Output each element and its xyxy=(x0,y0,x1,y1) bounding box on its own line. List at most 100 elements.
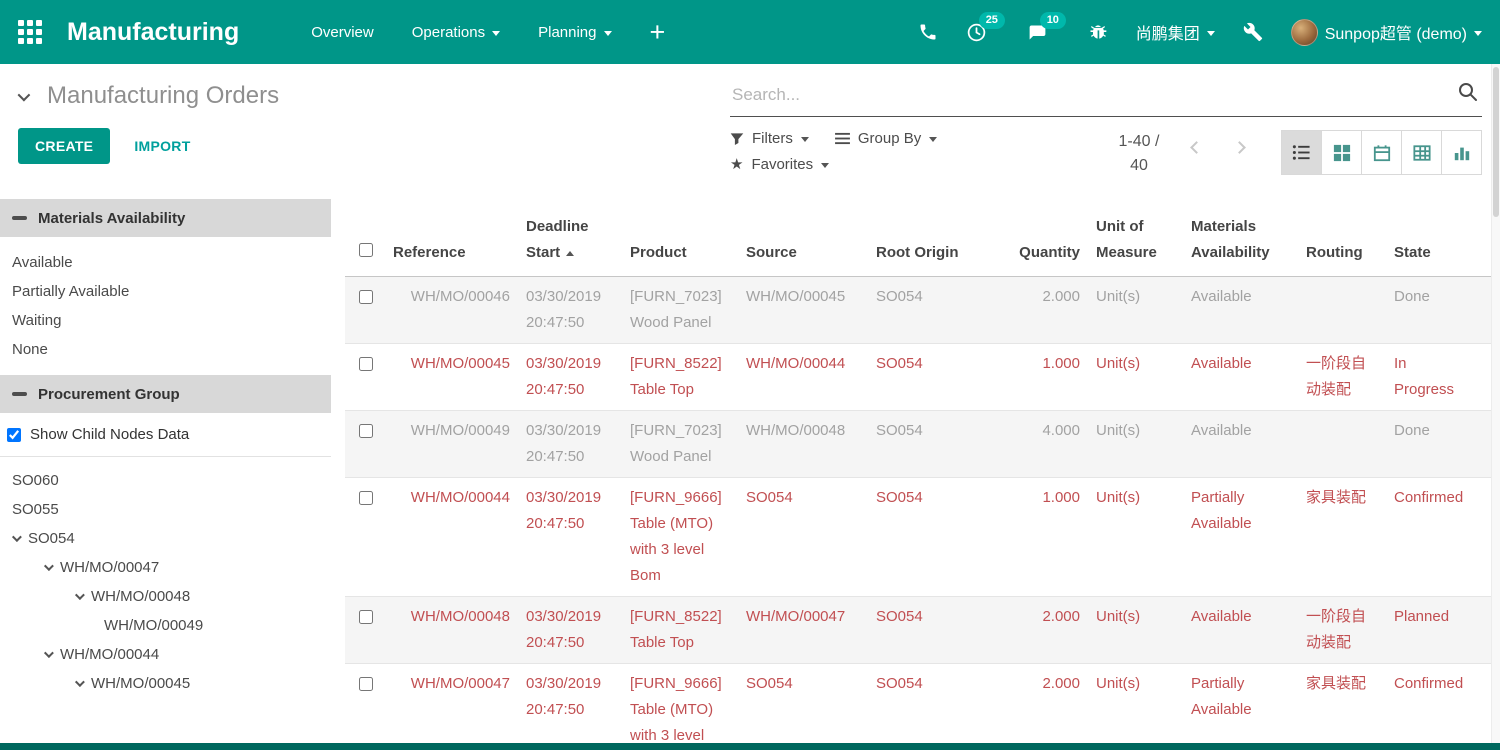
graph-view-button[interactable] xyxy=(1441,130,1482,175)
collapse-chevron-icon[interactable] xyxy=(18,88,31,101)
tree-item-wh-mo-00049[interactable]: WH/MO/00049 xyxy=(0,611,331,640)
favorites-dropdown[interactable]: ★ Favorites xyxy=(730,156,829,173)
cell-root-origin: SO054 xyxy=(868,344,998,410)
cell-state: In Progress xyxy=(1386,344,1474,410)
page-title: Manufacturing Orders xyxy=(47,82,279,110)
row-checkbox[interactable] xyxy=(359,290,373,304)
tree-item-so055[interactable]: SO055 xyxy=(0,495,331,524)
column-header-materials-availability[interactable]: Materials Availability xyxy=(1183,207,1298,276)
search-magnifier-icon[interactable] xyxy=(1456,80,1480,109)
column-header-source[interactable]: Source xyxy=(738,233,868,276)
chevron-down-icon[interactable] xyxy=(44,561,54,571)
cell-uom: Unit(s) xyxy=(1088,411,1183,477)
phone-icon[interactable] xyxy=(918,22,938,42)
column-header-state[interactable]: State xyxy=(1386,233,1474,276)
tools-wrench-icon[interactable] xyxy=(1243,22,1263,42)
company-switcher[interactable]: 尚鹏集团 xyxy=(1136,20,1215,44)
chevron-down-icon[interactable] xyxy=(75,590,85,600)
column-header-deadline-start[interactable]: Deadline Start xyxy=(518,207,622,276)
view-switcher xyxy=(1282,130,1482,175)
scrollbar-thumb[interactable] xyxy=(1493,67,1499,217)
table-row[interactable]: WH/MO/00049 03/30/2019 20:47:50 [FURN_70… xyxy=(345,411,1500,478)
activities-clock-icon[interactable]: 25 xyxy=(966,22,999,43)
tree-item-wh-mo-00045[interactable]: WH/MO/00045 xyxy=(0,669,331,698)
checkbox-input[interactable] xyxy=(7,428,21,442)
row-checkbox[interactable] xyxy=(359,424,373,438)
pager-previous-button[interactable] xyxy=(1180,130,1213,155)
pivot-view-button[interactable] xyxy=(1401,130,1442,175)
table-row[interactable]: WH/MO/00048 03/30/2019 20:47:50 [FURN_85… xyxy=(345,597,1500,664)
tree-item-so054[interactable]: SO054 xyxy=(0,524,331,553)
messages-icon[interactable]: 10 xyxy=(1027,22,1060,43)
section-procurement-group[interactable]: Procurement Group xyxy=(0,375,331,413)
search-input[interactable] xyxy=(732,85,1456,105)
section-title: Materials Availability xyxy=(38,210,185,227)
table-header-row: Reference Deadline Start Product Source … xyxy=(345,199,1500,277)
procurement-group-tree: SO060 SO055 SO054 WH/MO/00047 WH/MO/0004… xyxy=(0,457,331,698)
navbar-systray: 25 10 尚鹏集团 Sunpop超管 (demo) xyxy=(918,19,1482,46)
quick-add-button[interactable]: + xyxy=(650,19,666,46)
column-header-product[interactable]: Product xyxy=(622,233,738,276)
row-checkbox[interactable] xyxy=(359,610,373,624)
column-header-unit-of-measure[interactable]: Unit of Measure xyxy=(1088,207,1183,276)
import-button[interactable]: IMPORT xyxy=(134,138,190,154)
table-row[interactable]: WH/MO/00044 03/30/2019 20:47:50 [FURN_96… xyxy=(345,478,1500,597)
menu-operations-label: Operations xyxy=(412,24,485,41)
chevron-down-icon[interactable] xyxy=(12,532,22,542)
menu-planning[interactable]: Planning xyxy=(538,24,611,41)
chevron-down-icon[interactable] xyxy=(44,648,54,658)
calendar-view-button[interactable] xyxy=(1361,130,1402,175)
tree-item-so060[interactable]: SO060 xyxy=(0,466,331,495)
create-button[interactable]: CREATE xyxy=(18,128,110,164)
user-menu[interactable]: Sunpop超管 (demo) xyxy=(1291,19,1482,46)
bug-icon[interactable] xyxy=(1088,22,1108,42)
column-header-routing[interactable]: Routing xyxy=(1298,233,1386,276)
collapse-minus-icon xyxy=(12,216,27,220)
tree-item-wh-mo-00047[interactable]: WH/MO/00047 xyxy=(0,553,331,582)
menu-overview-label: Overview xyxy=(311,24,374,41)
menu-overview[interactable]: Overview xyxy=(311,24,374,41)
chevron-down-icon[interactable] xyxy=(75,677,85,687)
column-header-quantity[interactable]: Quantity xyxy=(998,233,1088,276)
kanban-view-button[interactable] xyxy=(1321,130,1362,175)
menu-operations[interactable]: Operations xyxy=(412,24,500,41)
column-header-reference[interactable]: Reference xyxy=(385,233,518,276)
filter-item-partially-available[interactable]: Partially Available xyxy=(0,277,331,306)
show-child-nodes-checkbox[interactable]: Show Child Nodes Data xyxy=(0,413,331,457)
pager-next-button[interactable] xyxy=(1223,130,1256,155)
group-by-label: Group By xyxy=(858,130,921,147)
cell-source: SO054 xyxy=(738,478,868,596)
cell-quantity: 1.000 xyxy=(998,478,1088,596)
cell-state: Confirmed xyxy=(1386,664,1474,743)
tree-item-wh-mo-00044[interactable]: WH/MO/00044 xyxy=(0,640,331,669)
filter-item-none[interactable]: None xyxy=(0,335,331,364)
cell-root-origin: SO054 xyxy=(868,411,998,477)
checkbox-label: Show Child Nodes Data xyxy=(30,426,189,443)
chevron-down-icon xyxy=(1207,31,1215,36)
row-checkbox[interactable] xyxy=(359,677,373,691)
tree-item-wh-mo-00048[interactable]: WH/MO/00048 xyxy=(0,582,331,611)
section-materials-availability[interactable]: Materials Availability xyxy=(0,199,331,237)
cell-quantity: 1.000 xyxy=(998,344,1088,410)
vertical-scrollbar[interactable] xyxy=(1491,64,1500,743)
column-header-root-origin[interactable]: Root Origin xyxy=(868,233,998,276)
group-by-dropdown[interactable]: Group By xyxy=(835,130,937,147)
calendar-icon xyxy=(1373,144,1391,162)
filter-item-available[interactable]: Available xyxy=(0,248,331,277)
apps-grid-icon[interactable] xyxy=(18,20,43,45)
bar-chart-icon xyxy=(1453,144,1471,162)
table-row[interactable]: WH/MO/00045 03/30/2019 20:47:50 [FURN_85… xyxy=(345,344,1500,411)
table-row[interactable]: WH/MO/00047 03/30/2019 20:47:50 [FURN_96… xyxy=(345,664,1500,743)
company-name: 尚鹏集团 xyxy=(1136,20,1200,44)
filter-item-waiting[interactable]: Waiting xyxy=(0,306,331,335)
table-row[interactable]: WH/MO/00046 03/30/2019 20:47:50 [FURN_70… xyxy=(345,277,1500,344)
cell-deadline: 03/30/2019 20:47:50 xyxy=(518,411,622,477)
top-navbar: Manufacturing Overview Operations Planni… xyxy=(0,0,1500,64)
filters-dropdown[interactable]: Filters xyxy=(730,130,809,147)
select-all-checkbox[interactable] xyxy=(359,243,373,257)
row-checkbox[interactable] xyxy=(359,357,373,371)
chevron-down-icon xyxy=(1474,31,1482,36)
row-checkbox[interactable] xyxy=(359,491,373,505)
pager-range-line: 1-40 / xyxy=(1119,130,1160,154)
list-view-button[interactable] xyxy=(1281,130,1322,175)
